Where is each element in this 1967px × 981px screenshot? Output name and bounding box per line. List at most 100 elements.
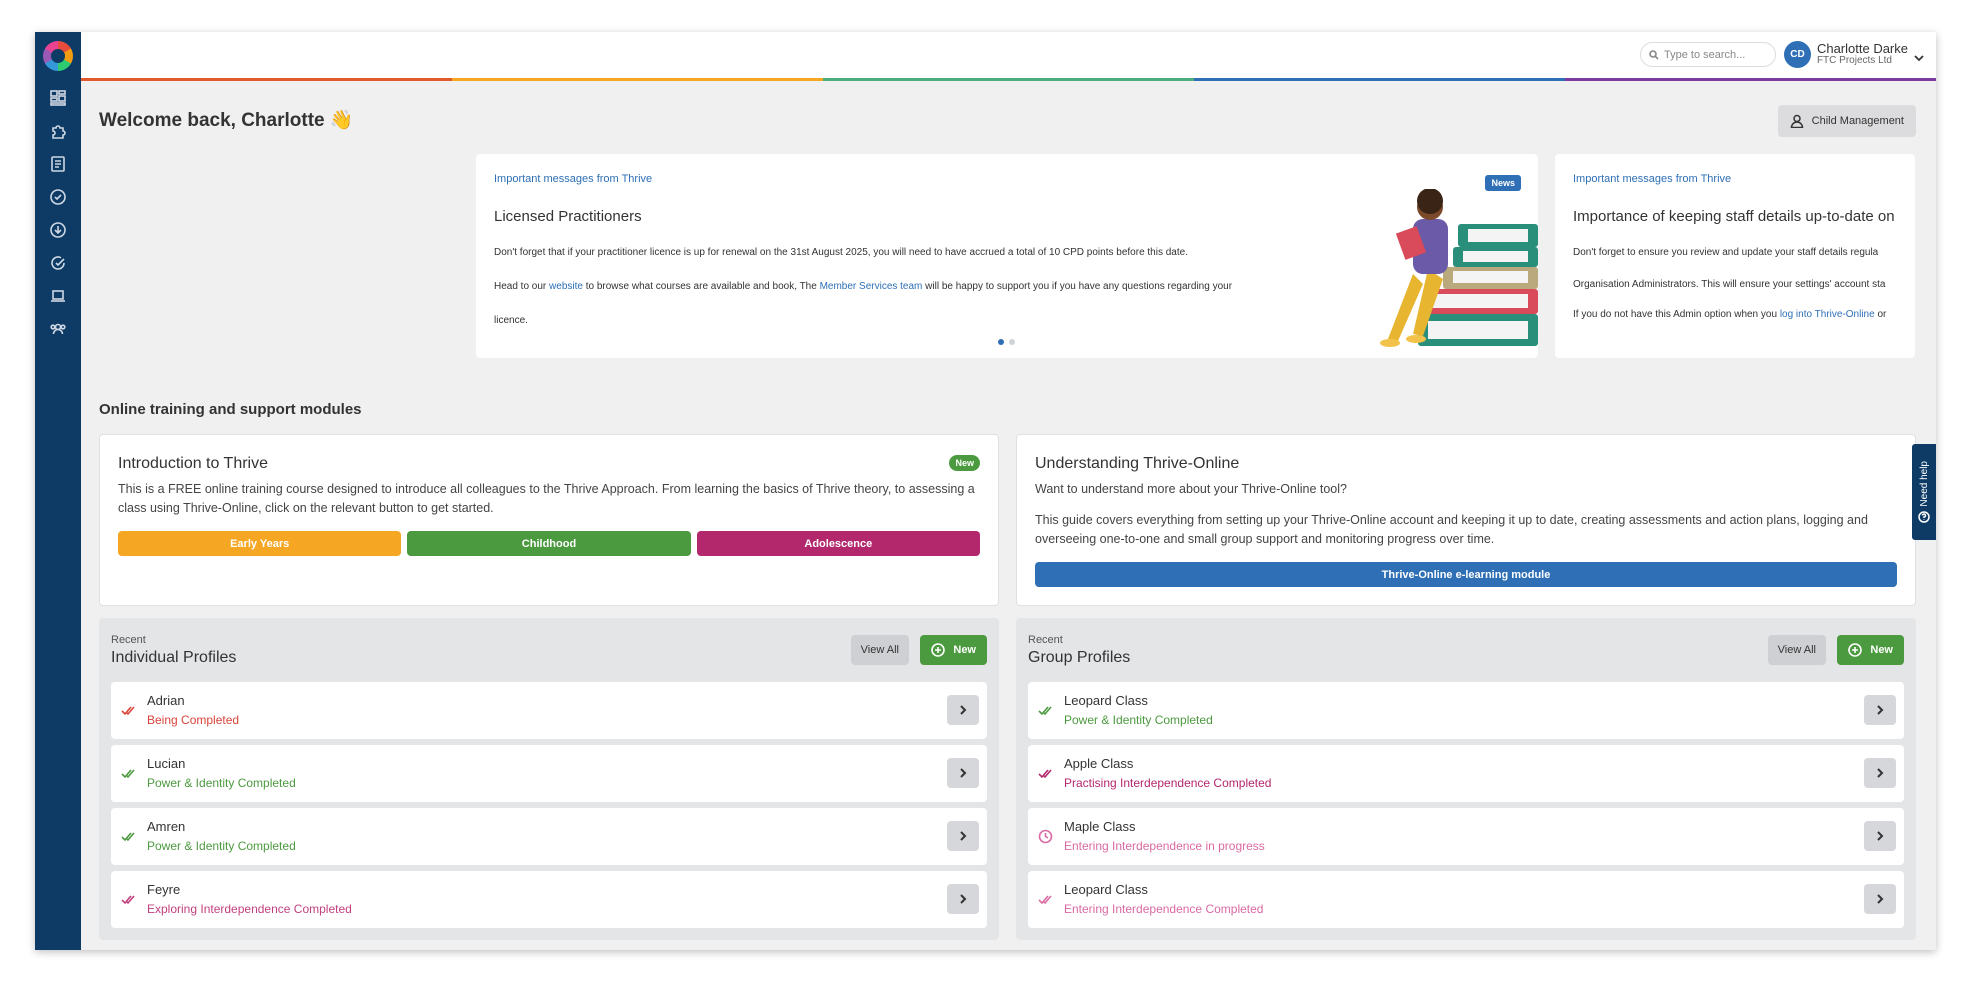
chevron-right-icon	[1877, 705, 1884, 715]
carousel-dot[interactable]	[1009, 339, 1015, 345]
list-item: Leopard Class Power & Identity Completed	[1028, 682, 1904, 739]
panel-kicker: Recent	[111, 634, 146, 646]
app-window: Type to search... CD Charlotte Darke FTC…	[35, 32, 1936, 950]
sidebar	[35, 32, 81, 950]
list-item: Apple Class Practising Interdependence C…	[1028, 745, 1904, 802]
download-icon[interactable]	[47, 219, 69, 241]
check-circle-icon[interactable]	[47, 186, 69, 208]
log-into-thrive-link[interactable]: log into Thrive-Online	[1780, 309, 1875, 320]
help-icon	[1918, 511, 1930, 524]
message-paragraph: Organisation Administrators. This will e…	[1573, 279, 1886, 290]
list-item: Leopard Class Entering Interdependence C…	[1028, 871, 1904, 928]
open-profile-button[interactable]	[1864, 821, 1896, 851]
message-paragraph: Don't forget to ensure you review and up…	[1573, 247, 1879, 258]
message-paragraph: Head to our website to browse what cours…	[494, 280, 1232, 294]
section-title: Online training and support modules	[99, 401, 362, 418]
understanding-module-card: Understanding Thrive-Online Want to unde…	[1016, 434, 1916, 606]
chevron-right-icon	[960, 705, 967, 715]
progress-icon[interactable]	[47, 252, 69, 274]
view-all-button[interactable]: View All	[1767, 635, 1826, 665]
chevron-right-icon	[960, 831, 967, 841]
stage-buttons: Early Years Childhood Adolescence	[118, 531, 980, 556]
open-profile-button[interactable]	[947, 821, 979, 851]
message-kicker: Important messages from Thrive	[494, 173, 653, 185]
person-icon	[1790, 114, 1803, 128]
double-check-icon	[121, 766, 136, 781]
open-profile-button[interactable]	[1864, 884, 1896, 914]
need-help-tab[interactable]: Need help	[1912, 444, 1936, 540]
open-profile-button[interactable]	[947, 758, 979, 788]
profile-name: Lucian	[147, 756, 186, 771]
child-management-button[interactable]: Child Management	[1777, 105, 1916, 137]
search-placeholder: Type to search...	[1664, 48, 1746, 61]
search-input[interactable]: Type to search...	[1640, 42, 1776, 67]
list-item: Adrian Being Completed	[111, 682, 987, 739]
double-check-icon	[121, 892, 136, 907]
new-label: New	[953, 644, 976, 656]
open-profile-button[interactable]	[1864, 758, 1896, 788]
member-services-link[interactable]: Member Services team	[820, 281, 923, 292]
profile-name: Maple Class	[1064, 819, 1136, 834]
carousel-dots	[998, 339, 1015, 345]
message-text: or	[1874, 309, 1887, 320]
elearning-module-button[interactable]: Thrive-Online e-learning module	[1035, 562, 1897, 587]
message-title: Licensed Practitioners	[494, 208, 642, 225]
laptop-icon[interactable]	[47, 285, 69, 307]
double-check-icon	[1038, 892, 1053, 907]
message-paragraph: licence.	[494, 315, 528, 326]
early-years-button[interactable]: Early Years	[118, 531, 402, 556]
user-org: FTC Projects Ltd	[1816, 55, 1892, 66]
new-group-button[interactable]: New	[1837, 635, 1904, 665]
list-item: Lucian Power & Identity Completed	[111, 745, 987, 802]
new-individual-button[interactable]: New	[920, 635, 987, 665]
child-management-label: Child Management	[1811, 115, 1904, 127]
profile-status: Entering Interdependence in progress	[1064, 839, 1265, 853]
profile-name: Adrian	[147, 693, 185, 708]
need-help-label: Need help	[1918, 460, 1930, 507]
module-description: This is a FREE online training course de…	[118, 482, 975, 515]
group-icon[interactable]	[47, 318, 69, 340]
profile-name: Amren	[147, 819, 186, 834]
panel-title: Individual Profiles	[111, 649, 237, 666]
page-title: Welcome back, Charlotte 👋	[99, 110, 354, 131]
top-bar: Type to search... CD Charlotte Darke FTC…	[81, 32, 1936, 78]
profile-status: Practising Interdependence Completed	[1064, 776, 1272, 790]
reading-person-illustration	[1380, 189, 1538, 347]
new-label: New	[1870, 644, 1893, 656]
double-check-icon	[121, 829, 136, 844]
adolescence-button[interactable]: Adolescence	[696, 531, 980, 556]
open-profile-button[interactable]	[1864, 695, 1896, 725]
message-text: Head to our	[494, 281, 550, 292]
profile-status: Being Completed	[147, 713, 240, 727]
open-profile-button[interactable]	[947, 695, 979, 725]
website-link[interactable]: website	[549, 281, 583, 292]
message-card: Important messages from Thrive Importanc…	[1555, 154, 1915, 358]
document-icon[interactable]	[47, 153, 69, 175]
profile-status: Entering Interdependence Completed	[1064, 902, 1264, 916]
clock-icon	[1038, 829, 1053, 844]
view-all-button[interactable]: View All	[850, 635, 909, 665]
profile-name: Leopard Class	[1064, 693, 1148, 708]
profile-status: Power & Identity Completed	[147, 776, 296, 790]
panel-title: Group Profiles	[1028, 649, 1131, 666]
carousel-dot[interactable]	[998, 339, 1004, 345]
message-kicker: Important messages from Thrive	[1573, 173, 1732, 185]
dashboard-icon[interactable]	[47, 87, 69, 109]
module-title: Introduction to Thrive	[118, 455, 269, 472]
puzzle-icon[interactable]	[47, 120, 69, 142]
profile-name: Feyre	[147, 882, 181, 897]
list-item: Amren Power & Identity Completed	[111, 808, 987, 865]
double-check-icon	[121, 703, 136, 718]
chevron-right-icon	[960, 894, 967, 904]
list-item: Feyre Exploring Interdependence Complete…	[111, 871, 987, 928]
message-paragraph: Don't forget that if your practitioner l…	[494, 247, 1188, 258]
message-title: Importance of keeping staff details up-t…	[1573, 208, 1895, 225]
user-menu[interactable]: CD Charlotte Darke FTC Projects Ltd	[1783, 41, 1924, 68]
group-profiles-panel: Recent Group Profiles View All New Leopa…	[1016, 618, 1916, 940]
plus-circle-icon	[1848, 643, 1863, 657]
user-name: Charlotte Darke	[1816, 41, 1908, 56]
thrive-logo[interactable]	[43, 41, 73, 71]
childhood-button[interactable]: Childhood	[407, 531, 691, 556]
open-profile-button[interactable]	[947, 884, 979, 914]
chevron-down-icon	[1914, 50, 1924, 61]
